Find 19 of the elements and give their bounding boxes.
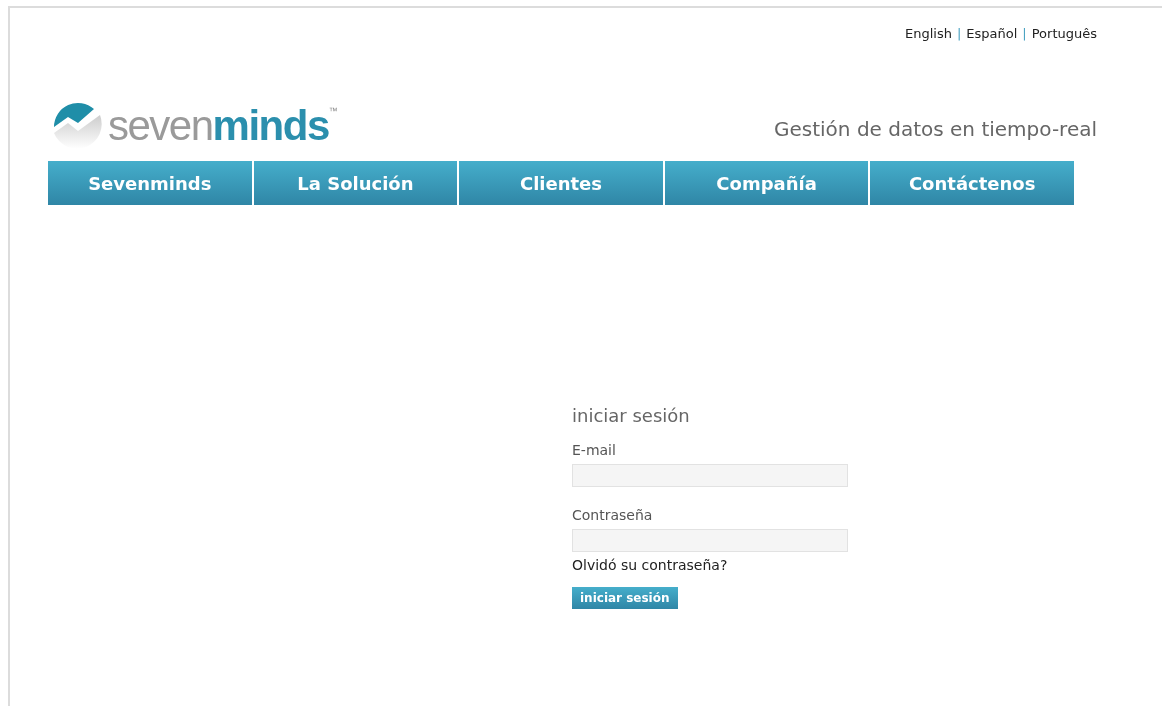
separator: | xyxy=(956,26,962,41)
nav-item[interactable]: Sevenminds xyxy=(48,161,254,205)
tagline: Gestión de datos en tiempo-real xyxy=(774,117,1097,141)
nav-item[interactable]: La Solución xyxy=(253,161,460,205)
forgot-password-link[interactable]: Olvidó su contraseña? xyxy=(572,557,848,573)
field-label: E-mail xyxy=(572,442,617,458)
login-button[interactable]: iniciar sesión xyxy=(572,587,678,609)
input-field[interactable] xyxy=(572,464,848,487)
input-field[interactable] xyxy=(572,529,848,552)
logo-wordmark: sevenminds™ xyxy=(108,102,338,150)
nav-item[interactable]: Contáctenos xyxy=(870,161,1074,205)
language-link[interactable]: Español xyxy=(966,26,1018,41)
language-link[interactable]: English xyxy=(904,26,952,41)
login-title: iniciar sesión xyxy=(572,405,691,426)
field-label: Contraseña xyxy=(572,507,654,523)
separator: | xyxy=(1022,26,1027,41)
nav-item[interactable]: Clientes xyxy=(459,161,665,205)
nav-item[interactable]: Compañía xyxy=(664,161,871,205)
language-link[interactable]: Português xyxy=(1031,26,1097,41)
